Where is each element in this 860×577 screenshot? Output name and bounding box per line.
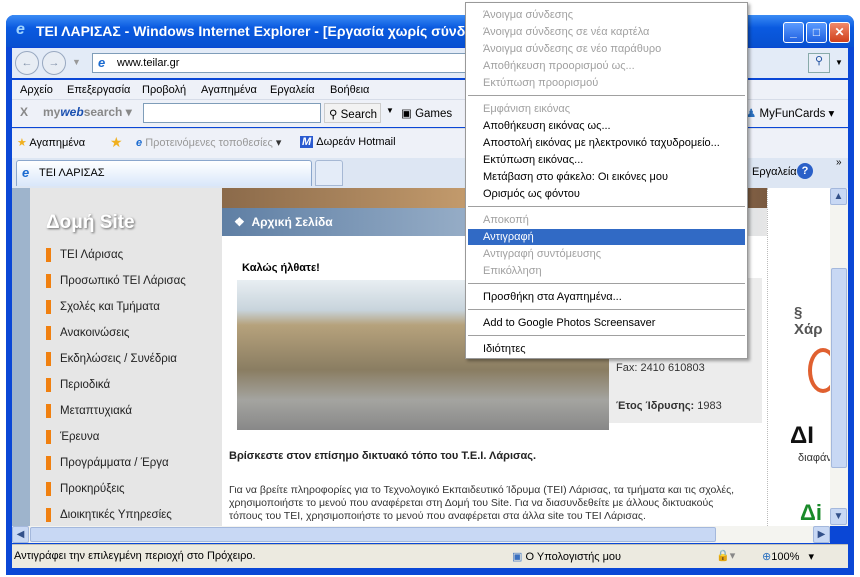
add-favorite-icon[interactable]: ★ xyxy=(110,134,123,151)
zone-indicator: ▣ Ο Υπολογιστής μου xyxy=(512,551,622,563)
menu-item-open-link-new-window[interactable]: Άνοιγμα σύνδεσης σε νέο παράθυρο xyxy=(483,43,661,55)
menu-item-cut[interactable]: Αποκοπή xyxy=(483,214,529,226)
home-title: Αρχική Σελίδα xyxy=(251,215,333,229)
menu-item-open-link-new-tab[interactable]: Άνοιγμα σύνδεσης σε νέα καρτέλα xyxy=(483,26,649,38)
logo-link-3-caption: διαφάνε xyxy=(798,452,830,464)
scroll-thumb xyxy=(831,268,847,468)
menu-separator xyxy=(468,309,745,310)
right-links-column: § Χάρ ΔΙ διαφάνε Δi xyxy=(767,188,830,526)
url-text: www.teilar.gr xyxy=(117,57,180,69)
games-button[interactable]: ▣ Games xyxy=(401,106,452,120)
protected-mode-icon[interactable]: 🔒▾ xyxy=(716,549,735,562)
site-structure-sidebar: Δομή Site ΤΕΙ Λάρισας Προσωπικό ΤΕΙ Λάρι… xyxy=(30,188,222,526)
intro-paragraph: Για να βρείτε πληροφορίες για το Τεχνολο… xyxy=(229,484,735,522)
window-title: ΤΕΙ ΛΑΡΙΣΑΣ - Windows Internet Explorer … xyxy=(36,23,495,39)
menu-help[interactable]: Βοήθεια xyxy=(330,84,369,96)
star-icon: ★ xyxy=(17,137,27,149)
search-provider-dropdown[interactable]: ▼ xyxy=(832,53,846,73)
search-go-icon[interactable]: ⚲ xyxy=(808,53,830,73)
logo-link-2[interactable] xyxy=(808,348,830,393)
scroll-up-button: ▲ xyxy=(830,188,847,205)
favorites-button[interactable]: ★ Αγαπημένα xyxy=(17,136,85,149)
left-strip xyxy=(12,188,30,526)
scroll-down-button: ▼ xyxy=(830,508,847,525)
menu-item-paste[interactable]: Επικόλληση xyxy=(483,265,542,277)
horizontal-scrollbar[interactable]: ◀ ▶ xyxy=(12,526,830,543)
sidebar-item-staff[interactable]: Προσωπικό ΤΕΙ Λάρισας xyxy=(46,274,186,288)
menu-item-email-picture[interactable]: Αποστολή εικόνας με ηλεκτρονικό ταχυδρομ… xyxy=(483,137,720,149)
minimize-button[interactable]: _ xyxy=(783,22,804,43)
ie-logo-icon: e xyxy=(16,21,25,38)
vertical-scrollbar[interactable]: ▲ ▼ xyxy=(830,188,848,526)
logo-link-3[interactable]: ΔΙ xyxy=(790,422,814,450)
menu-edit[interactable]: Επεξεργασία xyxy=(67,84,130,96)
logo-link-1[interactable]: § Χάρ xyxy=(794,304,830,338)
sidebar-item-research[interactable]: Έρευνα xyxy=(46,430,99,444)
sidebar-title: Δομή Site xyxy=(46,212,135,233)
menu-favorites[interactable]: Αγαπημένα xyxy=(201,84,257,96)
menu-item-copy[interactable]: Αντιγραφή xyxy=(468,229,745,245)
search-button[interactable]: ⚲ Search xyxy=(324,103,381,123)
sidebar-item-schools[interactable]: Σχολές και Τμήματα xyxy=(46,300,160,314)
menu-item-show-picture[interactable]: Εμφάνιση εικόνας xyxy=(483,103,570,115)
logo-link-4[interactable]: Δi xyxy=(800,500,822,526)
menu-item-properties[interactable]: Ιδιότητες xyxy=(483,343,526,355)
founded-value: 1983 xyxy=(697,400,722,412)
sidebar-item-periodicals[interactable]: Περιοδικά xyxy=(46,378,110,392)
hotmail-link[interactable]: M Δωρεάν Hotmail xyxy=(300,136,396,148)
context-menu: Άνοιγμα σύνδεσης Άνοιγμα σύνδεσης σε νέα… xyxy=(465,2,748,359)
menu-item-add-to-favorites[interactable]: Προσθήκη στα Αγαπημένα... xyxy=(483,291,622,303)
menu-item-copy-shortcut[interactable]: Αντιγραφή συντόμευσης xyxy=(483,248,601,260)
hscroll-thumb xyxy=(30,527,716,542)
menu-item-save-target[interactable]: Αποθήκευση προορισμού ως... xyxy=(483,60,635,72)
search-dropdown[interactable]: ▼ xyxy=(386,106,394,115)
ie-page-icon: e xyxy=(22,165,30,180)
new-tab-button[interactable] xyxy=(315,160,343,186)
sidebar-item-postgraduate[interactable]: Μεταπτυχιακά xyxy=(46,404,132,418)
history-dropdown[interactable]: ▼ xyxy=(72,57,81,67)
status-bar: Αντιγράφει την επιλεγμένη περιοχή στο Πρ… xyxy=(12,544,848,568)
sidebar-item-admin[interactable]: Διοικητικές Υπηρεσίες xyxy=(46,508,172,522)
menu-separator xyxy=(468,283,745,284)
menu-item-set-as-background[interactable]: Ορισμός ως φόντου xyxy=(483,188,580,200)
menu-item-print-target[interactable]: Εκτύπωση προορισμού xyxy=(483,77,598,89)
page-icon: e xyxy=(98,55,106,70)
founded-label: Έτος Ίδρυσης: xyxy=(616,400,695,412)
menu-item-print-picture[interactable]: Εκτύπωση εικόνας... xyxy=(483,154,583,166)
sidebar-item-announcements-jobs[interactable]: Προκηρύξεις xyxy=(46,482,125,496)
suggested-sites-button[interactable]: e Προτεινόμενες τοποθεσίες ▾ xyxy=(136,136,281,149)
menu-item-go-to-my-pictures[interactable]: Μετάβαση στο φάκελο: Οι εικόνες μου xyxy=(483,171,668,183)
menu-item-google-photos-screensaver[interactable]: Add to Google Photos Screensaver xyxy=(483,317,655,329)
welcome-heading: Καλώς ήλθατε! xyxy=(242,262,320,274)
maximize-button[interactable]: □ xyxy=(806,22,827,43)
sidebar-item-tei[interactable]: ΤΕΙ Λάρισας xyxy=(46,248,123,262)
myfuncards-button[interactable]: ♟ MyFunCards ▾ xyxy=(746,106,834,120)
tab-tei-larisas[interactable]: e ΤΕΙ ΛΑΡΙΣΑΣ xyxy=(16,160,312,186)
sidebar-item-programs[interactable]: Προγράμματα / Έργα xyxy=(46,456,169,470)
status-text: Αντιγράφει την επιλεγμένη περιοχή στο Πρ… xyxy=(14,550,256,562)
menu-item-save-picture[interactable]: Αποθήκευση εικόνας ως... xyxy=(483,120,611,132)
scroll-left-button: ◀ xyxy=(12,526,29,543)
menu-separator xyxy=(468,206,745,207)
mywebsearch-logo[interactable]: mywebsearch ▾ xyxy=(43,105,132,119)
menu-separator xyxy=(468,335,745,336)
menu-tools[interactable]: Εργαλεία xyxy=(270,84,315,96)
menu-view[interactable]: Προβολή xyxy=(142,84,186,96)
chevron-more-icon[interactable]: » xyxy=(836,157,842,168)
intro-text: Βρίσκεστε στον επίσημο δικτυακό τόπο του… xyxy=(229,450,537,462)
back-button[interactable]: ← xyxy=(15,51,39,75)
scroll-right-button: ▶ xyxy=(813,526,830,543)
sidebar-item-announcements[interactable]: Ανακοινώσεις xyxy=(46,326,129,340)
menu-file[interactable]: Αρχείο xyxy=(20,84,53,96)
close-button[interactable]: ✕ xyxy=(829,22,850,43)
menu-item-open-link[interactable]: Άνοιγμα σύνδεσης xyxy=(483,9,573,21)
forward-button[interactable]: → xyxy=(42,51,66,75)
sidebar-item-events[interactable]: Εκδηλώσεις / Συνέδρια xyxy=(46,352,177,366)
fax-text: Fax: 2410 610803 xyxy=(616,362,705,374)
menu-separator xyxy=(468,95,745,96)
toolbar-close-button[interactable]: X xyxy=(20,105,28,119)
zoom-button[interactable]: ⊕100% ▾ xyxy=(762,550,814,563)
search-input[interactable] xyxy=(143,103,321,123)
help-icon[interactable]: ? xyxy=(797,163,813,179)
